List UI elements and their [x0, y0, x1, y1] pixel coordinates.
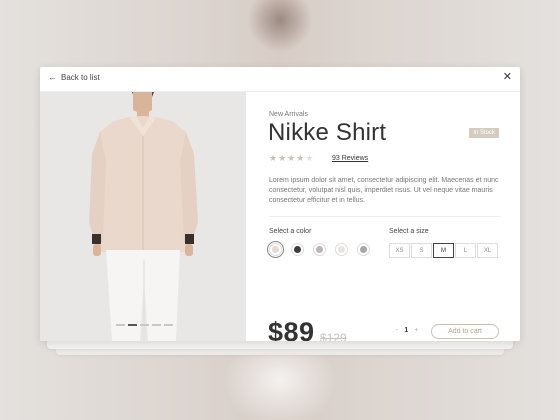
divider: [269, 216, 501, 217]
card-stack-shadow-2: [56, 349, 504, 355]
color-swatch[interactable]: [291, 243, 304, 256]
reviews-link[interactable]: 93 Reviews: [332, 155, 368, 162]
color-swatches: [267, 241, 370, 258]
gallery-dot[interactable]: [164, 324, 173, 326]
product-modal: ← Back to list ✕ New Arrivals Nikke Shir…: [40, 67, 520, 341]
product-description: Lorem ipsum dolor sit amet, consectetur …: [269, 177, 499, 204]
product-info: New Arrivals Nikke Shirt In Stock ★★★★★ …: [246, 92, 520, 341]
price: $89: [268, 317, 315, 341]
size-option-xs[interactable]: XS: [389, 243, 410, 258]
model-illustration: [89, 92, 198, 341]
size-option-s[interactable]: S: [411, 243, 432, 258]
quantity-increase-button[interactable]: +: [414, 327, 418, 334]
arrow-left-icon: ←: [48, 72, 57, 82]
star-filled-icon: ★: [278, 153, 288, 163]
gallery-pagination: [116, 324, 173, 326]
star-filled-icon: ★: [269, 153, 279, 163]
card-stack-shadow-1: [47, 341, 513, 349]
quantity-stepper: - 1 +: [396, 327, 418, 334]
size-option-xl[interactable]: XL: [477, 243, 498, 258]
stock-badge: In Stock: [469, 128, 499, 138]
star-filled-icon: ★: [296, 153, 306, 163]
color-swatch-selected[interactable]: [267, 241, 284, 258]
gallery-dot[interactable]: [152, 324, 161, 326]
back-label: Back to list: [61, 73, 100, 82]
quantity-value: 1: [404, 327, 409, 334]
color-swatch[interactable]: [357, 243, 370, 256]
product-photo: [40, 92, 246, 341]
star-filled-icon: ★: [287, 153, 297, 163]
color-swatch[interactable]: [313, 243, 326, 256]
size-option-m[interactable]: M: [433, 243, 454, 258]
size-options: XS S M L XL: [389, 243, 499, 258]
size-label: Select a size: [389, 228, 429, 235]
product-category: New Arrivals: [269, 111, 308, 118]
quantity-decrease-button[interactable]: -: [396, 327, 398, 334]
gallery-dot-active[interactable]: [128, 324, 137, 326]
gallery-dot[interactable]: [116, 324, 125, 326]
back-to-list-link[interactable]: ← Back to list: [48, 72, 100, 83]
modal-topbar: ← Back to list ✕: [40, 67, 520, 92]
color-label: Select a color: [269, 228, 312, 235]
add-to-cart-button[interactable]: Add to cart: [431, 324, 499, 339]
old-price: $129: [320, 331, 347, 341]
rating-stars: ★★★★★: [269, 153, 314, 164]
product-title: Nikke Shirt: [268, 119, 387, 146]
star-empty-icon: ★: [305, 153, 315, 163]
color-swatch[interactable]: [335, 243, 348, 256]
close-icon[interactable]: ✕: [503, 72, 512, 83]
background-blur-head: [235, 0, 325, 60]
gallery-dot[interactable]: [140, 324, 149, 326]
size-option-l[interactable]: L: [455, 243, 476, 258]
